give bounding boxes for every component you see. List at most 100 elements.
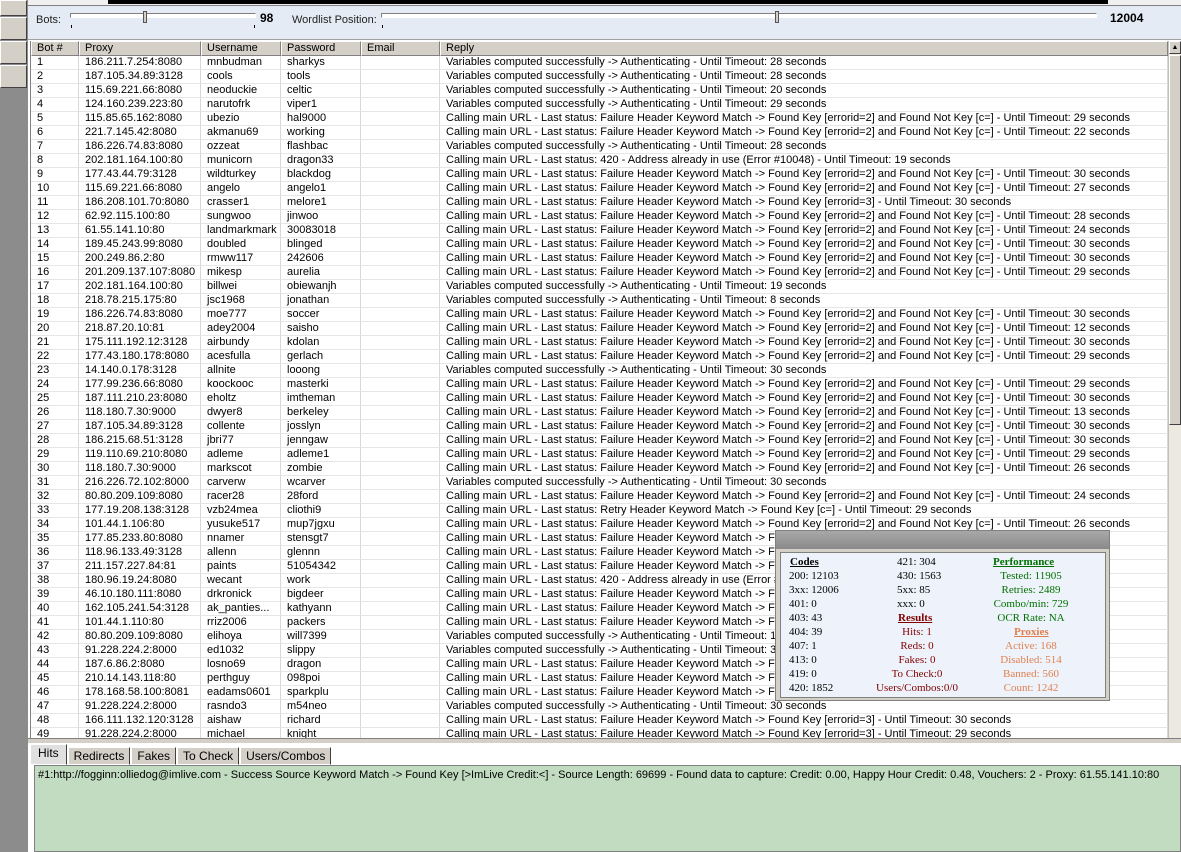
cell-reply: Calling main URL - Last status: Failure … bbox=[440, 462, 1168, 476]
cell-reply: Calling main URL - Last status: Failure … bbox=[440, 210, 1168, 224]
table-row[interactable]: 22 177.43.180.178:8080 acesfulla gerlach Cal… bbox=[31, 350, 1168, 364]
performance-stat: Combo/min: 729 bbox=[993, 598, 1069, 610]
cell-proxy: 80.80.209.109:8080 bbox=[79, 490, 201, 504]
table-row[interactable]: 3 115.69.221.66:8080 neoduckie celtic Variab… bbox=[31, 84, 1168, 98]
table-row[interactable]: 29 119.110.69.210:8080 adleme adleme1 Callin… bbox=[31, 448, 1168, 462]
cell-username: eholtz bbox=[201, 392, 281, 406]
cell-password: jonathan bbox=[281, 294, 361, 308]
cell-email bbox=[361, 630, 440, 644]
sidebar-button[interactable] bbox=[0, 65, 27, 88]
cell-reply: Calling main URL - Last status: Failure … bbox=[440, 182, 1168, 196]
table-row[interactable]: 19 186.226.74.83:8080 moe777 soccer Calling … bbox=[31, 308, 1168, 322]
tab-hits[interactable]: Hits bbox=[30, 744, 67, 765]
cell-bot-number: 28 bbox=[31, 434, 79, 448]
table-row[interactable]: 18 218.78.215.175:80 jsc1968 jonathan Variab… bbox=[31, 294, 1168, 308]
cell-reply: Calling main URL - Last status: Failure … bbox=[440, 196, 1168, 210]
tab-to-check[interactable]: To Check bbox=[177, 747, 240, 765]
tab-users-combos[interactable]: Users/Combos bbox=[240, 747, 332, 765]
cell-email bbox=[361, 364, 440, 378]
cell-bot-number: 40 bbox=[31, 602, 79, 616]
proxy-stat: Disabled: 514 bbox=[1000, 654, 1062, 666]
table-row[interactable]: 24 177.99.236.66:8080 koockooc masterki Call… bbox=[31, 378, 1168, 392]
cell-bot-number: 20 bbox=[31, 322, 79, 336]
cell-bot-number: 26 bbox=[31, 406, 79, 420]
sidebar-button[interactable] bbox=[0, 17, 27, 40]
sidebar-button[interactable] bbox=[0, 41, 27, 64]
scrollbar-thumb[interactable] bbox=[1169, 55, 1181, 425]
sidebar-button[interactable] bbox=[0, 0, 27, 16]
table-row[interactable]: 25 187.111.210.23:8080 eholtz imtheman Calli… bbox=[31, 392, 1168, 406]
scroll-up-arrow-icon[interactable]: ▲ bbox=[1169, 41, 1181, 54]
table-row[interactable]: 9 177.43.44.79:3128 wildturkey blackdog Call… bbox=[31, 168, 1168, 182]
table-row[interactable]: 47 91.228.224.2:8000 rasndo3 m54neo Variable… bbox=[31, 700, 1168, 714]
cell-proxy: 91.228.224.2:8000 bbox=[79, 644, 201, 658]
cell-reply: Variables computed successfully -> Authe… bbox=[440, 70, 1168, 84]
bots-slider-thumb[interactable] bbox=[142, 11, 147, 23]
table-row[interactable]: 8 202.181.164.100:80 municorn dragon33 Calli… bbox=[31, 154, 1168, 168]
cell-proxy: 118.180.7.30:9000 bbox=[79, 406, 201, 420]
cell-email bbox=[361, 616, 440, 630]
column-header-bot[interactable]: Bot # bbox=[31, 41, 79, 56]
cell-username: acesfulla bbox=[201, 350, 281, 364]
table-row[interactable]: 23 14.140.0.178:3128 allnite looong Variable… bbox=[31, 364, 1168, 378]
table-row[interactable]: 17 202.181.164.100:80 billwei obiewanjh Vari… bbox=[31, 280, 1168, 294]
column-header-email[interactable]: Email bbox=[361, 41, 440, 56]
cell-reply: Calling main URL - Last status: Failure … bbox=[440, 238, 1168, 252]
cell-email bbox=[361, 714, 440, 728]
cell-password: jenngaw bbox=[281, 434, 361, 448]
cell-password: cliothi9 bbox=[281, 504, 361, 518]
wordlist-slider[interactable] bbox=[381, 13, 1097, 18]
table-row[interactable]: 28 186.215.68.51:3128 jbri77 jenngaw Calling… bbox=[31, 434, 1168, 448]
table-row[interactable]: 26 118.180.7.30:9000 dwyer8 berkeley Calling… bbox=[31, 406, 1168, 420]
table-row[interactable]: 6 221.7.145.42:8080 akmanu69 working Calling… bbox=[31, 126, 1168, 140]
column-header-reply[interactable]: Reply bbox=[440, 41, 1168, 56]
table-row[interactable]: 13 61.55.141.10:80 landmarkmark 30083018 Cal… bbox=[31, 224, 1168, 238]
table-row[interactable]: 7 186.226.74.83:8080 ozzeat flashbac Variabl… bbox=[31, 140, 1168, 154]
cell-username: losno69 bbox=[201, 658, 281, 672]
cell-password: m54neo bbox=[281, 700, 361, 714]
table-row[interactable]: 32 80.80.209.109:8080 racer28 28ford Calling… bbox=[31, 490, 1168, 504]
table-row[interactable]: 2 187.105.34.89:3128 cools tools Variables c… bbox=[31, 70, 1168, 84]
cell-password: 51054342 bbox=[281, 560, 361, 574]
table-row[interactable]: 10 115.69.221.66:8080 angelo angelo1 Calling… bbox=[31, 182, 1168, 196]
table-row[interactable]: 15 200.249.86.2:80 rmww117 242606 Calling ma… bbox=[31, 252, 1168, 266]
tab-fakes[interactable]: Fakes bbox=[131, 747, 177, 765]
table-row[interactable]: 14 189.45.243.99:8080 doubled blinged Callin… bbox=[31, 238, 1168, 252]
code-stat: 401: 0 bbox=[789, 598, 817, 610]
table-row[interactable]: 20 218.87.20.10:81 adey2004 saisho Calling m… bbox=[31, 322, 1168, 336]
column-header-username[interactable]: Username bbox=[201, 41, 281, 56]
table-row[interactable]: 49 91.228.224.2:8000 michael knight Calling … bbox=[31, 728, 1168, 738]
table-row[interactable]: 30 118.180.7.30:9000 markscot zombie Calling… bbox=[31, 462, 1168, 476]
table-row[interactable]: 33 177.19.208.138:3128 vzb24mea cliothi9 Cal… bbox=[31, 504, 1168, 518]
table-row[interactable]: 31 216.226.72.102:8000 carverw wcarver Varia… bbox=[31, 476, 1168, 490]
table-scrollbar[interactable]: ▲ bbox=[1168, 41, 1181, 738]
table-row[interactable]: 27 187.105.34.89:3128 collente josslyn Calli… bbox=[31, 420, 1168, 434]
bots-slider[interactable] bbox=[70, 13, 256, 18]
table-row[interactable]: 4 124.160.239.223:80 narutofrk viper1 Variab… bbox=[31, 98, 1168, 112]
cell-proxy: 61.55.141.10:80 bbox=[79, 224, 201, 238]
table-row[interactable]: 21 175.111.192.12:3128 airbundy kdolan Calli… bbox=[31, 336, 1168, 350]
cell-username: racer28 bbox=[201, 490, 281, 504]
cell-bot-number: 42 bbox=[31, 630, 79, 644]
cell-reply: Calling main URL - Last status: Failure … bbox=[440, 448, 1168, 462]
stats-window-titlebar[interactable] bbox=[776, 531, 1109, 549]
column-header-proxy[interactable]: Proxy bbox=[79, 41, 201, 56]
splitter[interactable] bbox=[28, 738, 1181, 743]
table-row[interactable]: 1 186.211.7.254:8080 mnbudman sharkys Variab… bbox=[31, 56, 1168, 70]
cell-reply: Calling main URL - Last status: Failure … bbox=[440, 490, 1168, 504]
column-header-password[interactable]: Password bbox=[281, 41, 361, 56]
table-row[interactable]: 5 115.85.65.162:8080 ubezio hal9000 Calling … bbox=[31, 112, 1168, 126]
cell-reply: Variables computed successfully -> Authe… bbox=[440, 476, 1168, 490]
cell-proxy: 180.96.19.24:8080 bbox=[79, 574, 201, 588]
cell-username: landmarkmark bbox=[201, 224, 281, 238]
tab-redirects[interactable]: Redirects bbox=[67, 747, 131, 765]
table-row[interactable]: 11 186.208.101.70:8080 crasser1 melore1 Call… bbox=[31, 196, 1168, 210]
cell-reply: Variables computed successfully -> Authe… bbox=[440, 280, 1168, 294]
table-row[interactable]: 16 201.209.137.107:8080 mikesp aurelia Calli… bbox=[31, 266, 1168, 280]
hits-output[interactable]: #1:http://fogginn:olliedog@imlive.com - … bbox=[34, 765, 1181, 852]
cell-password: aurelia bbox=[281, 266, 361, 280]
table-row[interactable]: 12 62.92.115.100:80 sungwoo jinwoo Calling m… bbox=[31, 210, 1168, 224]
wordlist-slider-thumb[interactable] bbox=[774, 11, 779, 23]
table-row[interactable]: 48 166.111.132.120:3128 aishaw richard Calli… bbox=[31, 714, 1168, 728]
cell-bot-number: 44 bbox=[31, 658, 79, 672]
